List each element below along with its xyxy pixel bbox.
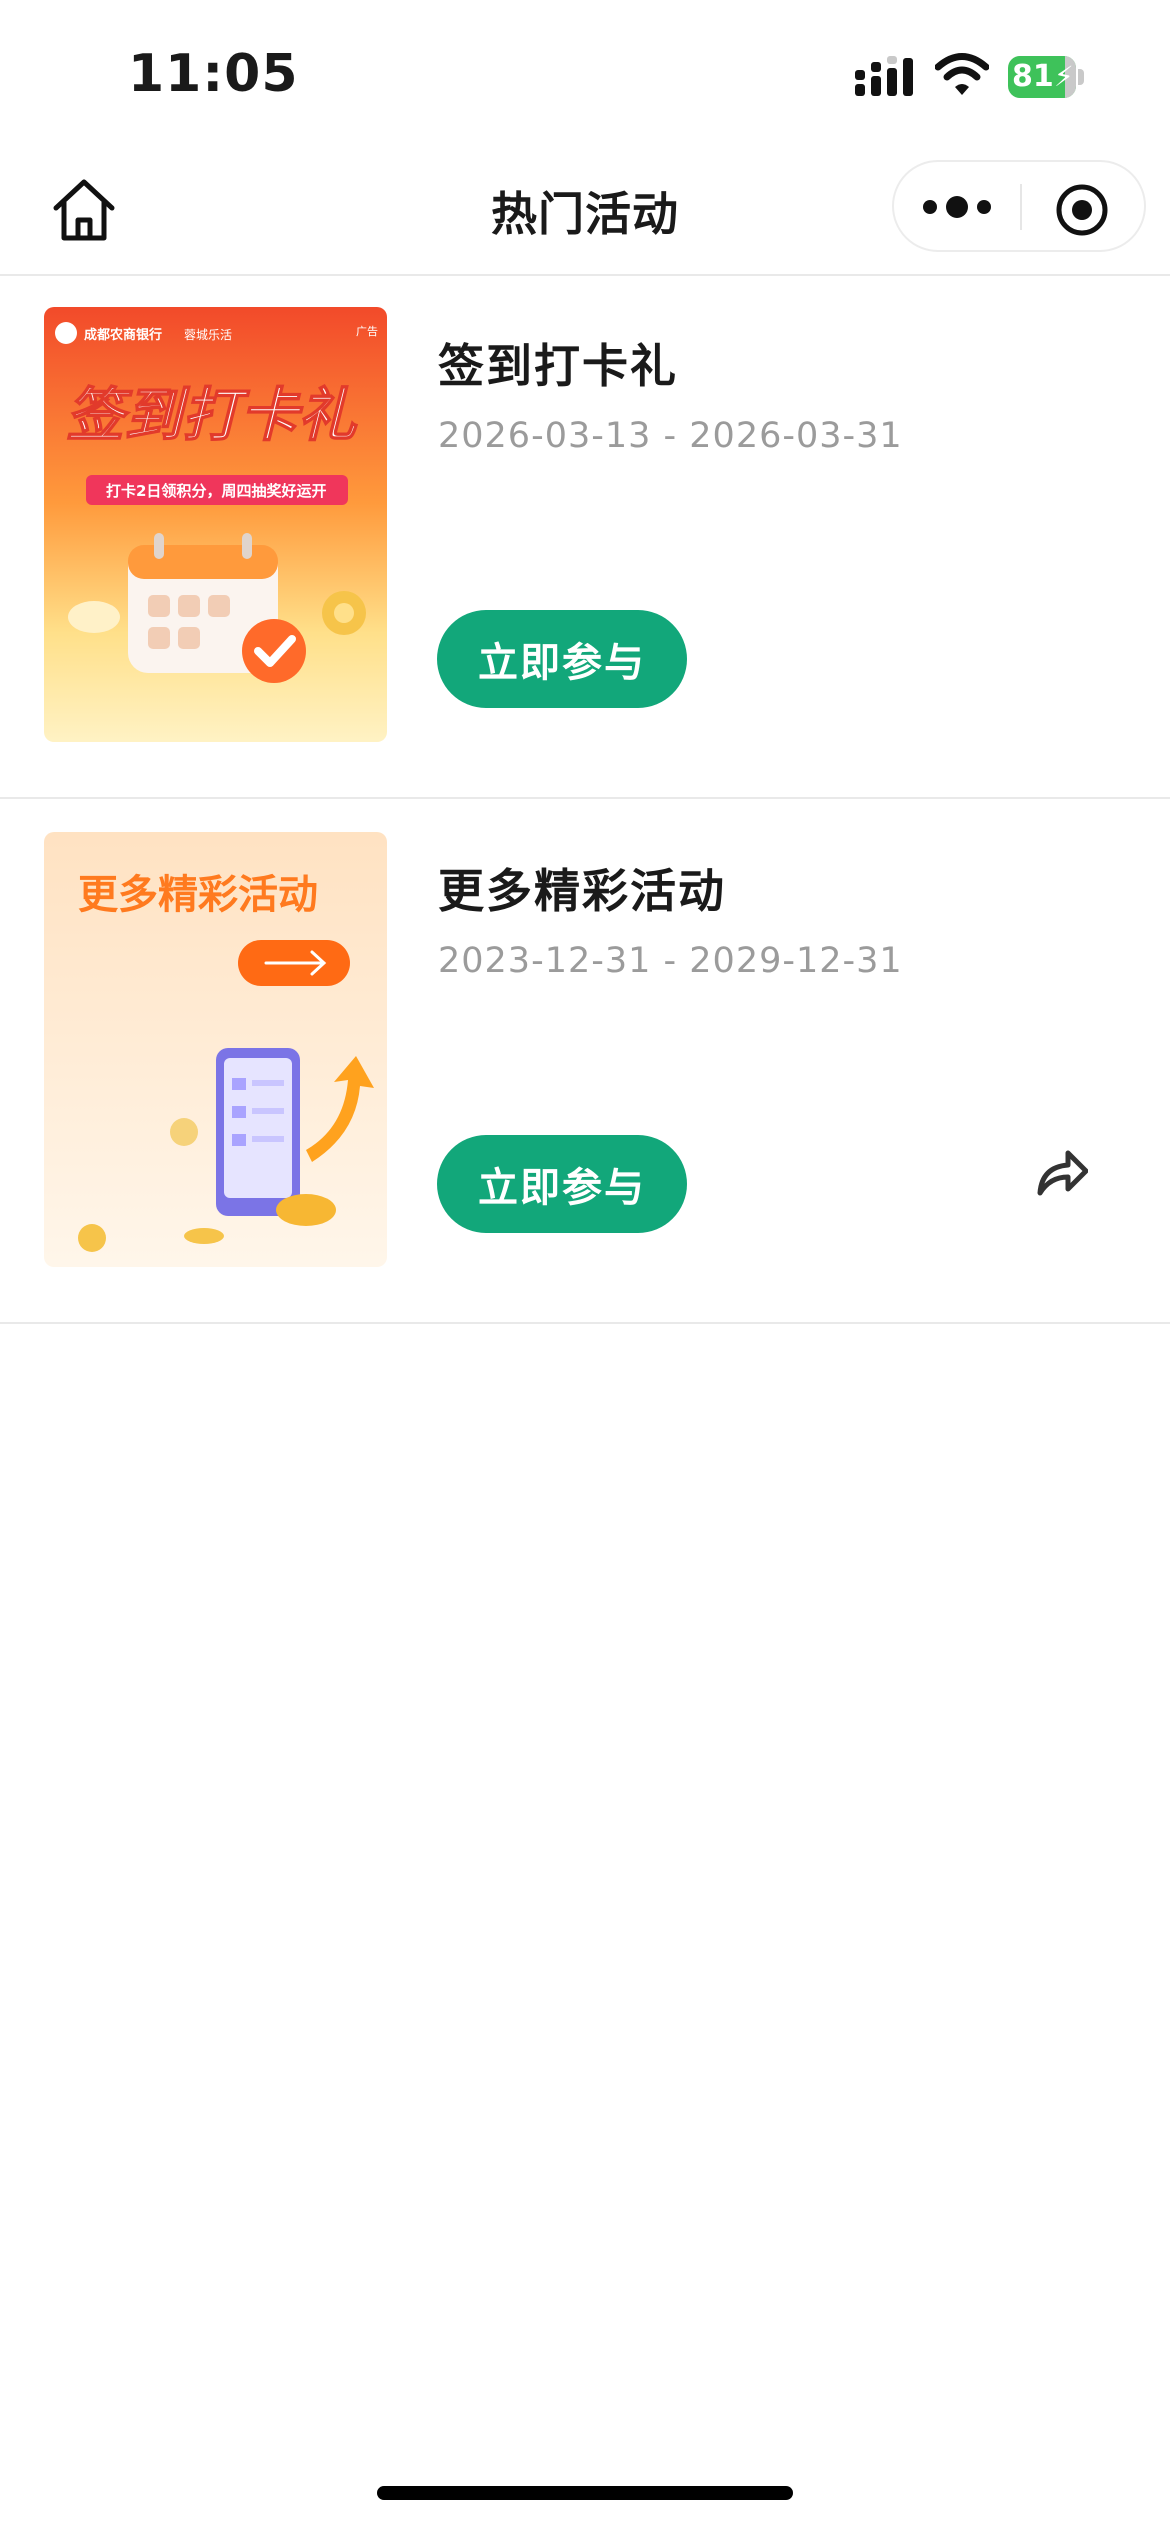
activity-item[interactable]: 更多精彩活动 更多精彩活动 2023-12-31 - 2029-12-31 立即…	[0, 799, 1170, 1324]
charging-bolt-icon: ⚡	[1054, 60, 1074, 93]
status-bar: 11:05 81 ⚡	[0, 0, 1170, 150]
more-dots-icon[interactable]	[920, 184, 994, 230]
target-close-icon[interactable]	[1054, 182, 1110, 238]
status-time: 11:05	[128, 44, 299, 104]
home-indicator	[377, 2486, 793, 2500]
partner-name: 蓉城乐活	[184, 328, 232, 342]
join-now-button[interactable]: 立即参与	[437, 1135, 687, 1233]
activity-item[interactable]: 成都农商银行 蓉城乐活 广告 签到打卡礼 打卡2日领积分，周四抽奖好运开 签到打…	[0, 274, 1170, 799]
capsule-divider	[1020, 184, 1022, 230]
ad-tag: 广告	[356, 325, 378, 338]
activity-banner-checkin[interactable]: 成都农商银行 蓉城乐活 广告 签到打卡礼 打卡2日领积分，周四抽奖好运开	[44, 307, 387, 742]
banner-headline: 更多精彩活动	[78, 872, 318, 918]
activity-date-range: 2023-12-31 - 2029-12-31	[438, 941, 903, 981]
navigation-bar: 热门活动	[0, 150, 1170, 276]
share-arrow-icon[interactable]	[1034, 1149, 1088, 1199]
activity-title: 签到打卡礼	[438, 339, 678, 393]
activity-title: 更多精彩活动	[438, 864, 726, 918]
bank-name: 成都农商银行	[84, 327, 162, 343]
wifi-icon	[935, 53, 989, 95]
banner-ribbon: 打卡2日领积分，周四抽奖好运开	[106, 482, 326, 500]
banner-headline: 签到打卡礼	[66, 381, 358, 449]
battery-indicator: 81 ⚡	[1008, 56, 1086, 98]
battery-level: 81	[1012, 59, 1054, 94]
activity-date-range: 2026-03-13 - 2026-03-31	[438, 416, 903, 456]
mini-program-capsule	[892, 160, 1146, 252]
cellular-signal-icon	[855, 56, 913, 96]
join-now-button[interactable]: 立即参与	[437, 610, 687, 708]
activity-banner-more[interactable]: 更多精彩活动	[44, 832, 387, 1267]
